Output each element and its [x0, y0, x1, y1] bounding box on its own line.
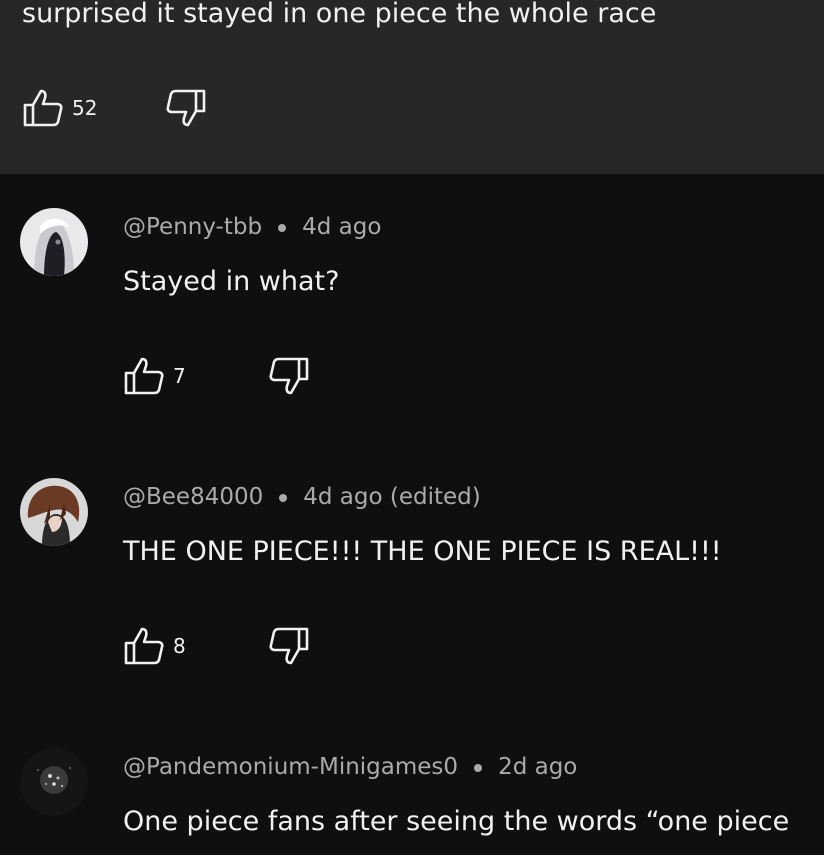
comment-item: @Bee84000 4d ago (edited) THE ONE PIECE!!…: [0, 444, 824, 714]
like-button[interactable]: 8: [123, 626, 186, 666]
comment-actions: 7: [123, 356, 310, 396]
avatar[interactable]: [20, 748, 88, 816]
author-name[interactable]: @Penny-tbb: [123, 214, 262, 240]
comment-actions: 8: [123, 626, 310, 666]
comment-meta: @Penny-tbb 4d ago: [123, 214, 381, 240]
comment-text: THE ONE PIECE!!! THE ONE PIECE IS REAL!!…: [123, 536, 722, 567]
like-count: 52: [72, 96, 98, 120]
author-name[interactable]: @Bee84000: [123, 484, 263, 510]
like-button[interactable]: 7: [123, 356, 186, 396]
comment-meta: @Bee84000 4d ago (edited): [123, 484, 481, 510]
separator-dot: [279, 493, 288, 502]
like-count: 7: [173, 364, 186, 388]
comment-item: @Pandemonium-Minigames0 2d ago One piece …: [0, 714, 824, 855]
timestamp[interactable]: 2d ago: [498, 754, 577, 780]
thumbs-down-icon: [269, 627, 309, 665]
like-button[interactable]: 52: [22, 88, 97, 128]
thumbs-up-icon: [23, 89, 63, 127]
thumbs-down-icon: [269, 357, 309, 395]
timestamp[interactable]: 4d ago: [302, 214, 381, 240]
avatar-dark-space-icon: [20, 748, 88, 816]
comment-meta: @Pandemonium-Minigames0 2d ago: [123, 754, 577, 780]
author-name[interactable]: @Pandemonium-Minigames0: [123, 754, 458, 780]
dislike-button[interactable]: [268, 626, 310, 666]
thumbs-down-icon: [166, 89, 206, 127]
avatar-white-hair-icon: [20, 208, 88, 276]
comment-actions: 52: [22, 88, 207, 128]
separator-dot: [474, 763, 483, 772]
avatar-brown-hair-icon: [20, 478, 88, 546]
dislike-button[interactable]: [268, 356, 310, 396]
avatar[interactable]: [20, 478, 88, 546]
highlighted-comment: surprised it stayed in one piece the who…: [0, 0, 824, 174]
dislike-button[interactable]: [165, 88, 207, 128]
comment-text: One piece fans after seeing the words “o…: [123, 806, 790, 837]
separator-dot: [278, 223, 287, 232]
thumbs-up-icon: [124, 357, 164, 395]
comment-text: surprised it stayed in one piece the who…: [22, 0, 657, 29]
avatar[interactable]: [20, 208, 88, 276]
comment-item: @Penny-tbb 4d ago Stayed in what? 7: [0, 174, 824, 444]
comment-text: Stayed in what?: [123, 266, 340, 297]
like-count: 8: [173, 634, 186, 658]
thumbs-up-icon: [124, 627, 164, 665]
timestamp[interactable]: 4d ago (edited): [303, 484, 480, 510]
